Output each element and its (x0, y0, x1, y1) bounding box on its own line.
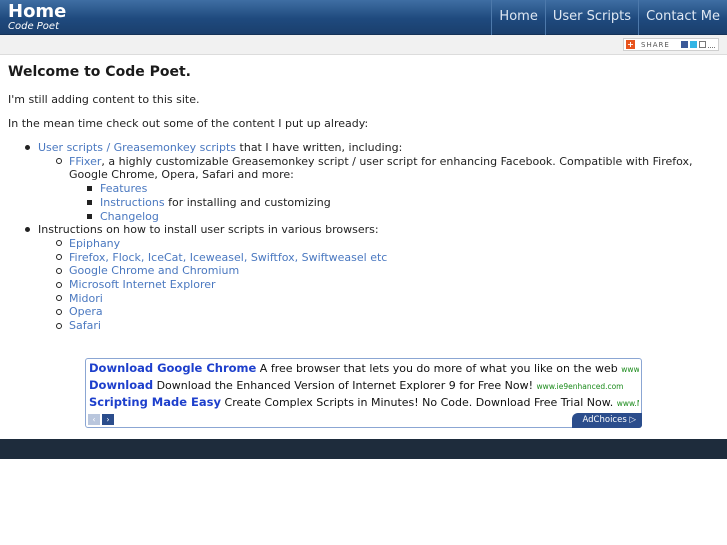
facebook-icon (681, 41, 688, 48)
list-item: User scripts / Greasemonkey scripts that… (24, 141, 720, 223)
browser-link-epiphany[interactable]: Epiphany (69, 237, 120, 250)
ad-row[interactable]: Scripting Made Easy Create Complex Scrip… (89, 394, 639, 411)
site-header: Home Code Poet Home User Scripts Contact… (0, 0, 727, 35)
ffixer-link[interactable]: FFixer (69, 155, 101, 168)
adchoices-badge[interactable]: AdChoices ▷ (572, 413, 642, 428)
list-item: Epiphany (55, 237, 720, 251)
site-footer (0, 439, 727, 459)
nav-home[interactable]: Home (491, 0, 544, 35)
list-item: Midori (55, 292, 720, 306)
list-item: Opera (55, 305, 720, 319)
share-label: SHARE (641, 40, 670, 49)
browser-link-firefox[interactable]: Firefox, Flock, IceCat, Iceweasel, Swift… (69, 251, 387, 264)
list-item: Safari (55, 319, 720, 333)
ad-box: Download Google Chrome A free browser th… (85, 358, 642, 428)
scripts-sublist: FFixer, a highly customizable Greasemonk… (55, 155, 720, 224)
site-subtitle: Code Poet (8, 21, 60, 32)
ad-url[interactable]: www.Netwo... (617, 399, 639, 408)
browsers-sublist: Epiphany Firefox, Flock, IceCat, Iceweas… (55, 237, 720, 333)
browser-link-chrome[interactable]: Google Chrome and Chromium (69, 264, 239, 277)
ad-row[interactable]: Download Download the Enhanced Version o… (89, 377, 639, 394)
features-link[interactable]: Features (100, 182, 147, 195)
list-item: Instructions on how to install user scri… (24, 223, 720, 333)
twitter-icon (690, 41, 697, 48)
intro-paragraph-2: In the mean time check out some of the c… (8, 117, 369, 130)
ad-url[interactable]: www.goog... (621, 365, 639, 374)
ad-headline[interactable]: Download (89, 378, 153, 392)
addthis-plus-icon: + (626, 40, 635, 49)
user-scripts-link[interactable]: User scripts / Greasemonkey scripts (38, 141, 236, 154)
list-item: Google Chrome and Chromium (55, 264, 720, 278)
list-item: FFixer, a highly customizable Greasemonk… (55, 155, 720, 224)
list-item: Changelog (86, 210, 720, 224)
ad-headline[interactable]: Download Google Chrome (89, 361, 256, 375)
nav-contact-me[interactable]: Contact Me (638, 0, 727, 35)
main-content: Welcome to Code Poet. I'm still adding c… (8, 64, 720, 333)
list-item: Microsoft Internet Explorer (55, 278, 720, 292)
list-item-text: Instructions on how to install user scri… (38, 223, 379, 237)
changelog-link[interactable]: Changelog (100, 210, 159, 223)
nav-user-scripts[interactable]: User Scripts (544, 0, 638, 35)
ad-nav: ‹ › (88, 414, 114, 425)
browser-link-safari[interactable]: Safari (69, 319, 101, 332)
list-item: Features (86, 182, 720, 196)
share-button[interactable]: + SHARE (623, 38, 719, 51)
page-title: Welcome to Code Poet. (8, 64, 191, 80)
content-list: User scripts / Greasemonkey scripts that… (24, 141, 720, 333)
ffixer-sublist: Features Instructions for installing and… (86, 182, 720, 223)
ad-text: Download the Enhanced Version of Interne… (153, 379, 537, 392)
main-nav: Home User Scripts Contact Me (491, 0, 727, 35)
browser-link-midori[interactable]: Midori (69, 292, 103, 305)
share-icons (681, 41, 715, 48)
ad-text: Create Complex Scripts in Minutes! No Co… (221, 396, 617, 409)
ad-row[interactable]: Download Google Chrome A free browser th… (89, 360, 639, 377)
instructions-text: for installing and customizing (164, 195, 331, 209)
ffixer-description: , a highly customizable Greasemonkey scr… (69, 154, 693, 182)
ad-text: A free browser that lets you do more of … (256, 362, 622, 375)
ad-headline[interactable]: Scripting Made Easy (89, 395, 221, 409)
list-item: Firefox, Flock, IceCat, Iceweasel, Swift… (55, 251, 720, 265)
intro-paragraph-1: I'm still adding content to this site. (8, 93, 200, 106)
list-item-text: that I have written, including: (236, 141, 403, 154)
ad-prev-arrow-icon[interactable]: ‹ (88, 414, 100, 425)
ad-next-arrow-icon[interactable]: › (102, 414, 114, 425)
browser-link-ie[interactable]: Microsoft Internet Explorer (69, 278, 216, 291)
instructions-link[interactable]: Instructions (100, 196, 165, 209)
ad-url[interactable]: www.ie9enhanced.com (537, 382, 624, 391)
browser-link-opera[interactable]: Opera (69, 305, 103, 318)
list-item: Instructions for installing and customiz… (86, 196, 720, 210)
email-icon (699, 41, 706, 48)
share-strip: + SHARE (0, 35, 727, 55)
site-title[interactable]: Home (8, 1, 66, 22)
more-icon (708, 41, 715, 48)
